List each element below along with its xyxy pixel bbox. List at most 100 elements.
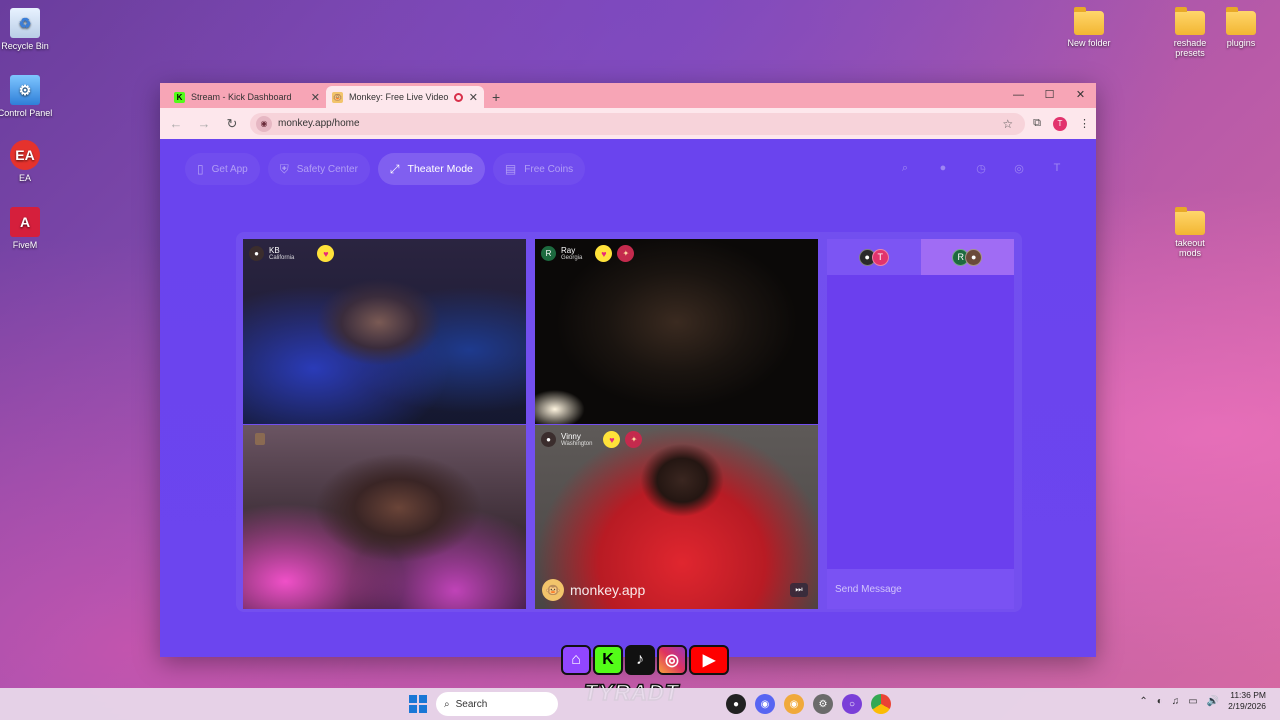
close-icon[interactable]: ✕ xyxy=(469,91,478,104)
desktop-folder-takeout-mods[interactable]: takeout mods xyxy=(1155,207,1225,258)
site-info-icon[interactable]: ◉ xyxy=(256,115,272,132)
chat-tab-1[interactable]: ● T xyxy=(827,239,921,275)
avatar: ● xyxy=(249,246,264,261)
desktop-folder-plugins[interactable]: plugins xyxy=(1206,7,1276,48)
discord-icon[interactable]: ◉ xyxy=(755,694,775,714)
desktop-icon-recycle-bin[interactable]: ♻ Recycle Bin xyxy=(0,8,60,51)
camera-icon xyxy=(255,433,265,445)
volume-icon[interactable]: 🔊 xyxy=(1207,696,1219,707)
social-overlay: ⌂ K ♪ ◎ ▶ xyxy=(561,645,729,675)
user-name: KB xyxy=(269,245,280,255)
safety-center-button[interactable]: ⛨ Safety Center xyxy=(267,153,370,185)
history-icon[interactable]: ◷ xyxy=(972,159,990,177)
free-coins-button[interactable]: ▤ Free Coins xyxy=(492,153,586,185)
folder-icon xyxy=(1226,7,1256,35)
tab-search-icon[interactable]: ⧉ xyxy=(1033,117,1041,130)
clock[interactable]: 11:36 PM 2/19/2026 xyxy=(1228,690,1266,712)
profile-icon[interactable]: T xyxy=(1048,159,1066,177)
folder-icon xyxy=(1074,7,1104,35)
tab-strip: K Stream - Kick Dashboard ✕ 🐵 Monkey: Fr… xyxy=(160,83,1096,108)
network-icon[interactable]: ◐ xyxy=(1157,696,1163,707)
time-text: 11:36 PM xyxy=(1230,690,1266,700)
chat-tabs: ● T R ● xyxy=(827,239,1014,275)
user-name: Ray xyxy=(561,245,576,255)
taskbar: ⌕ Search ● ◉ ◉ ⚙ ○ ⌃ ◐ ♫ ▭ 🔊 11:36 PM 2/… xyxy=(0,688,1280,720)
kick-icon: K xyxy=(593,645,623,675)
send-message-input[interactable]: Send Message xyxy=(827,569,1014,609)
bookmark-star-icon[interactable]: ☆ xyxy=(1002,117,1013,131)
desktop-icon-control-panel[interactable]: ⚙ Control Panel xyxy=(0,75,60,118)
monkey-watermark: 🐵 monkey.app xyxy=(542,579,645,601)
close-window-icon[interactable]: ✕ xyxy=(1065,83,1096,108)
award-icon[interactable]: ✦ xyxy=(617,245,635,262)
control-panel-icon: ⚙ xyxy=(10,75,40,105)
forward-icon[interactable]: → xyxy=(194,116,214,131)
folder-icon xyxy=(1175,7,1205,35)
friends-icon[interactable]: ● xyxy=(934,159,952,177)
award-icon[interactable]: ✦ xyxy=(625,431,643,448)
top-right-icons: ⌕ ● ◷ ◎ T xyxy=(896,159,1066,177)
tab-monkey[interactable]: 🐵 Monkey: Free Live Video Ch ✕ xyxy=(326,86,484,108)
monkey-logo-icon: 🐵 xyxy=(542,579,564,601)
minimize-icon[interactable]: — xyxy=(1003,83,1034,108)
desktop-icon-fivem[interactable]: A FiveM xyxy=(0,207,60,250)
chat-icon[interactable]: ◎ xyxy=(1010,159,1028,177)
menu-icon[interactable]: ⋮ xyxy=(1079,117,1090,130)
search-icon[interactable]: ⌕ xyxy=(896,159,914,177)
avatar: ● xyxy=(541,432,556,447)
new-tab-button[interactable]: + xyxy=(484,89,508,108)
app-icon[interactable]: ○ xyxy=(842,694,862,714)
recycle-bin-icon: ♻ xyxy=(10,8,40,38)
discord-ptb-icon[interactable]: ◉ xyxy=(784,694,804,714)
twitch-icon: ⌂ xyxy=(561,645,591,675)
desktop-icon-label: Recycle Bin xyxy=(1,41,49,51)
skip-icon[interactable]: ⏭ xyxy=(790,583,808,597)
heart-icon[interactable]: ♥ xyxy=(317,245,335,262)
windows-start-icon[interactable] xyxy=(409,695,427,713)
settings-icon[interactable]: ⚙ xyxy=(813,694,833,714)
avatar: R xyxy=(541,246,556,261)
tiktok-icon: ♪ xyxy=(625,645,655,675)
desktop-folder-new-folder[interactable]: New folder xyxy=(1054,7,1124,48)
taskbar-search[interactable]: ⌕ Search xyxy=(436,692,558,716)
heart-icon[interactable]: ♥ xyxy=(603,431,621,448)
url-input[interactable]: ◉ monkey.app/home ☆ xyxy=(250,112,1026,135)
desktop-icon-label: FiveM xyxy=(12,240,38,250)
user-name: Vinny xyxy=(561,431,581,441)
chrome-icon[interactable] xyxy=(871,694,891,714)
desktop-icon-label: New folder xyxy=(1067,38,1111,48)
tab-kick-dashboard[interactable]: K Stream - Kick Dashboard ✕ xyxy=(168,86,326,108)
chevron-up-icon[interactable]: ⌃ xyxy=(1139,696,1147,707)
close-icon[interactable]: ✕ xyxy=(311,91,320,104)
reload-icon[interactable]: ↻ xyxy=(222,116,242,132)
folder-icon xyxy=(1175,207,1205,235)
get-app-button[interactable]: ▯ Get App xyxy=(185,153,260,185)
heart-icon[interactable]: ♥ xyxy=(595,245,613,262)
browser-tools: ⧉ T ⋮ xyxy=(1033,116,1090,131)
chat-tab-2[interactable]: R ● xyxy=(920,239,1014,275)
window-controls: — ☐ ✕ xyxy=(1003,83,1096,108)
search-icon: ⌕ xyxy=(444,698,450,710)
video-feed xyxy=(243,239,526,424)
avatar: ● xyxy=(965,248,983,266)
display-icon[interactable]: ▭ xyxy=(1188,696,1197,707)
desktop-icon-label: plugins xyxy=(1226,38,1256,48)
browser-window: K Stream - Kick Dashboard ✕ 🐵 Monkey: Fr… xyxy=(160,83,1096,657)
url-text: monkey.app/home xyxy=(278,118,360,129)
safety-center-label: Safety Center xyxy=(296,163,358,175)
maximize-icon[interactable]: ☐ xyxy=(1034,83,1065,108)
avatar: T xyxy=(871,248,889,266)
fivem-icon: A xyxy=(10,207,40,237)
desktop-icon-label: Control Panel xyxy=(0,108,53,118)
taskbar-center: ⌕ Search ● ◉ ◉ ⚙ ○ xyxy=(409,692,891,716)
desktop-icon-ea[interactable]: EA EA xyxy=(0,140,60,183)
obs-icon[interactable]: ● xyxy=(726,694,746,714)
tab-title: Stream - Kick Dashboard xyxy=(191,92,292,102)
mic-icon[interactable]: ♫ xyxy=(1172,696,1180,707)
theater-mode-button[interactable]: ⤢ Theater Mode xyxy=(377,153,485,185)
kick-icon: K xyxy=(174,91,185,103)
profile-avatar[interactable]: T xyxy=(1053,116,1067,131)
watermark-text: monkey.app xyxy=(570,582,646,598)
back-icon[interactable]: ← xyxy=(166,116,186,131)
get-app-label: Get App xyxy=(211,163,248,175)
